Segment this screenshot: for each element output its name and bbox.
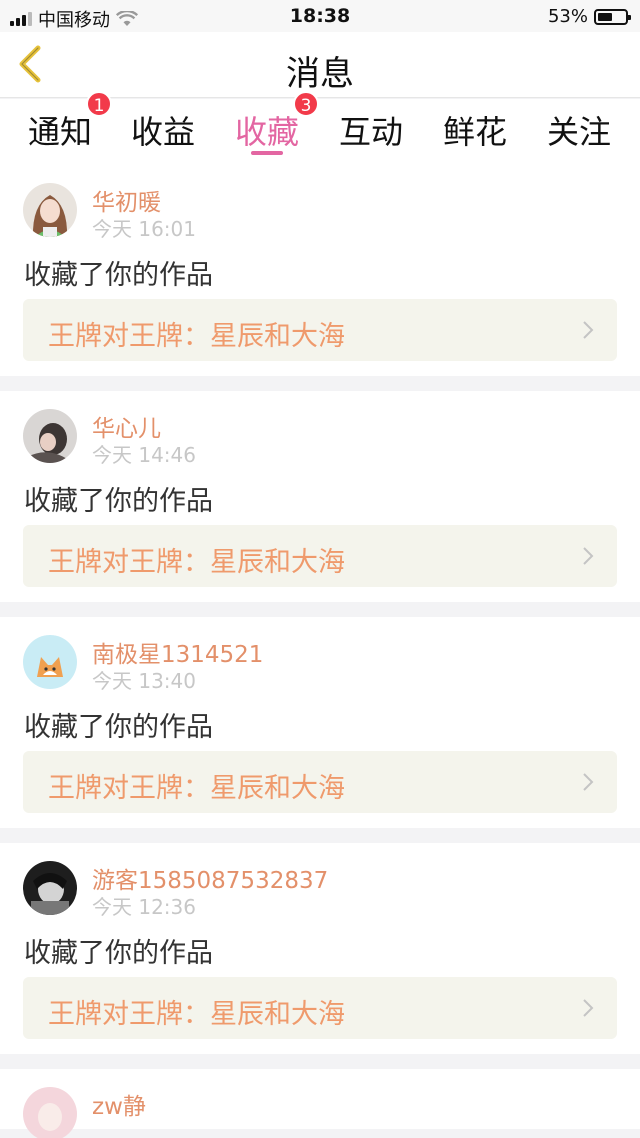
tab-favorites[interactable]: 收藏 3 [217,91,319,165]
message-card: 游客1585087532837 今天 12:36 收藏了你的作品 王牌对王牌：星… [0,843,640,1054]
tab-bar: 通知 1 收益 收藏 3 互动 鲜花 关注 [0,91,640,165]
tab-label: 互动 [338,113,403,151]
message-time: 今天 16:01 [92,217,196,241]
chevron-right-icon [583,999,594,1017]
avatar-image [23,861,77,915]
messages-screen: 中国移动 18:38 53% 消息 通知 1 收益 收藏 3 互动 鲜花 关注 … [0,0,640,1138]
message-text: 收藏了你的作品 [24,712,213,743]
message-text: 收藏了你的作品 [24,486,213,517]
message-card: zw静 [0,1069,640,1138]
avatar[interactable] [23,1087,77,1138]
work-link[interactable]: 王牌对王牌：星辰和大海 [23,977,617,1039]
tab-interactions[interactable]: 互动 [321,99,421,165]
chevron-right-icon [583,321,594,339]
tab-earnings[interactable]: 收益 [113,99,213,165]
message-list: 华初暖 今天 16:01 收藏了你的作品 王牌对王牌：星辰和大海 华心儿 今天 … [0,165,640,1138]
work-link[interactable]: 王牌对王牌：星辰和大海 [23,525,617,587]
battery-icon [594,8,631,25]
avatar[interactable] [23,409,77,463]
message-card: 南极星1314521 今天 13:40 收藏了你的作品 王牌对王牌：星辰和大海 [0,617,640,828]
work-title: 王牌对王牌：星辰和大海 [48,999,345,1030]
status-bar: 中国移动 18:38 53% [0,0,640,32]
user-name[interactable]: 南极星1314521 [92,635,263,669]
page-title: 消息 [286,54,354,94]
avatar[interactable] [23,183,77,237]
battery-level [598,12,612,21]
user-name[interactable]: 华心儿 [92,409,161,443]
tab-label: 关注 [546,113,611,151]
avatar-image [23,1087,77,1138]
tab-label: 收益 [130,113,195,151]
work-title: 王牌对王牌：星辰和大海 [48,773,345,804]
avatar[interactable] [23,635,77,689]
nav-bar: 消息 [0,32,640,98]
work-title: 王牌对王牌：星辰和大海 [48,321,345,352]
message-time: 今天 12:36 [92,895,196,919]
battery-percent: 53% [547,6,588,27]
avatar-image [23,183,77,237]
tab-following[interactable]: 关注 [529,99,629,165]
message-text: 收藏了你的作品 [24,260,213,291]
chevron-right-icon [583,773,594,791]
message-time: 今天 14:46 [92,443,196,467]
active-tab-indicator [251,151,283,155]
user-name[interactable]: 华初暖 [92,183,161,217]
unread-badge: 1 [86,91,112,117]
tab-label: 鲜花 [442,113,507,151]
avatar-image [23,635,77,689]
message-time: 今天 13:40 [92,669,196,693]
tab-flowers[interactable]: 鲜花 [425,99,525,165]
work-title: 王牌对王牌：星辰和大海 [48,547,345,578]
unread-badge: 3 [293,91,319,117]
avatar[interactable] [23,861,77,915]
chevron-right-icon [583,547,594,565]
message-card: 华初暖 今天 16:01 收藏了你的作品 王牌对王牌：星辰和大海 [0,165,640,376]
status-time: 18:38 [289,5,351,27]
work-link[interactable]: 王牌对王牌：星辰和大海 [23,751,617,813]
tab-notifications[interactable]: 通知 1 [10,91,112,165]
message-card: 华心儿 今天 14:46 收藏了你的作品 王牌对王牌：星辰和大海 [0,391,640,602]
user-name[interactable]: 游客1585087532837 [92,861,328,895]
message-text: 收藏了你的作品 [24,938,213,969]
user-name[interactable]: zw静 [92,1087,146,1121]
work-link[interactable]: 王牌对王牌：星辰和大海 [23,299,617,361]
status-right: 53% [547,6,631,27]
avatar-image [23,409,77,463]
